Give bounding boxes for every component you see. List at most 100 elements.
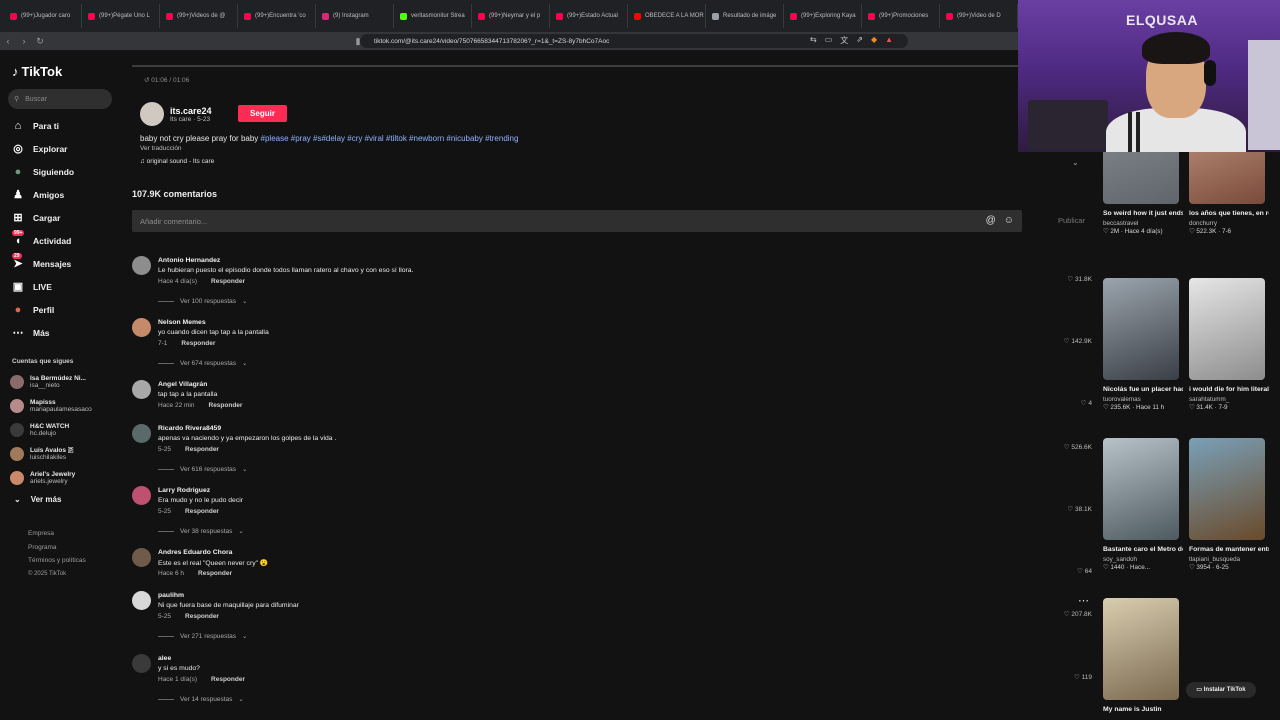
browser-tab[interactable]: Resultado de imáge	[706, 4, 784, 28]
nav-item-live[interactable]: ▣ LIVE	[12, 275, 74, 298]
avatar[interactable]	[132, 256, 151, 275]
video-title[interactable]: So weird how it just ends on one street!…	[1103, 208, 1183, 219]
browser-tab[interactable]: (99+)Promociones	[862, 4, 940, 28]
comment-likes[interactable]: ♡ 142.9K	[1060, 337, 1092, 345]
browser-tab[interactable]: veritasmonitur Strea	[394, 4, 472, 28]
nav-item-cargar[interactable]: ⊞ Cargar	[12, 206, 74, 229]
share-icon[interactable]: ⇗	[856, 35, 863, 46]
video-progress-bar[interactable]	[132, 65, 1018, 67]
forward-icon[interactable]: ›	[16, 36, 32, 46]
nav-item-actividad[interactable]: ◖ 99+ Actividad	[12, 229, 74, 252]
comment-likes[interactable]: ♡ 64	[1060, 567, 1092, 575]
nav-item-mensajes[interactable]: ➤ 29 Mensajes	[12, 252, 74, 275]
recommended-video-card[interactable]: My name is Justin	[1103, 598, 1183, 715]
footer-link-terms[interactable]: Términos y políticas	[28, 554, 86, 568]
video-title[interactable]: i would die for him literally love him s…	[1189, 384, 1269, 395]
back-icon[interactable]: ‹	[0, 36, 16, 46]
author-info[interactable]: its.care24 Its care · 5-23	[140, 102, 212, 126]
nav-item-amigos[interactable]: ♟ Amigos	[12, 183, 74, 206]
reply-button[interactable]: Responder	[211, 676, 245, 683]
following-account[interactable]: Ariel's Jewelry ariels.jewelry	[10, 466, 92, 490]
video-title[interactable]: My name is Justin	[1103, 704, 1183, 715]
author-name[interactable]: its.care24	[170, 106, 212, 116]
browser-tab[interactable]: (99+)Video de D	[940, 4, 1018, 28]
comment-likes[interactable]: ♡ 31.8K	[1060, 275, 1092, 283]
reply-button[interactable]: Responder	[185, 613, 219, 620]
following-account[interactable]: H&C WATCH hc.delujo	[10, 418, 92, 442]
browser-tab[interactable]: (99+)Estado Actual	[550, 4, 628, 28]
view-replies-button[interactable]: Ver 674 respuestas ⌄	[158, 359, 247, 367]
translate-icon[interactable]: ⇆	[810, 35, 817, 46]
mention-icon[interactable]: @	[986, 215, 996, 226]
video-author[interactable]: soy_sandoh	[1103, 556, 1183, 563]
replay-icon[interactable]: ↺	[144, 77, 149, 84]
following-account[interactable]: Luis Avalos 🇵 luischilakiles	[10, 442, 92, 466]
video-thumbnail[interactable]	[1189, 438, 1265, 540]
browser-tab[interactable]: (99+)Videos de @	[160, 4, 238, 28]
follow-button[interactable]: Seguir	[238, 105, 287, 122]
view-replies-button[interactable]: Ver 38 respuestas ⌄	[158, 527, 244, 535]
recommended-video-card[interactable]: Nicolás fue un placer hacer negocios...t…	[1103, 278, 1183, 411]
recommended-video-card[interactable]: Bastante caro el Metro de Medellín,...so…	[1103, 438, 1183, 571]
avatar[interactable]	[132, 424, 151, 443]
nav-item-explorar[interactable]: ◎ Explorar	[12, 137, 74, 160]
more-options-icon[interactable]: ⋯	[1078, 594, 1089, 607]
browser-tab[interactable]: (9) Instagram	[316, 4, 394, 28]
footer-link-program[interactable]: Programa	[28, 541, 86, 555]
comment-author[interactable]: alee	[158, 655, 171, 662]
video-thumbnail[interactable]	[1103, 438, 1179, 540]
reply-button[interactable]: Responder	[209, 402, 243, 409]
avatar[interactable]	[132, 548, 151, 567]
comment-likes[interactable]: ♡ 119	[1060, 673, 1092, 681]
reply-button[interactable]: Responder	[198, 570, 232, 577]
reply-button[interactable]: Responder	[185, 446, 219, 453]
avatar[interactable]	[132, 486, 151, 505]
comment-author[interactable]: Nelson Memes	[158, 319, 206, 326]
view-replies-button[interactable]: Ver 271 respuestas ⌄	[158, 632, 247, 640]
comment-author[interactable]: Andres Eduardo Chora	[158, 549, 232, 556]
avatar[interactable]	[132, 591, 151, 610]
comment-likes[interactable]: ♡ 4	[1060, 399, 1092, 407]
browser-tab[interactable]: OBEDECE A LA MOR	[628, 4, 706, 28]
nav-item-ms[interactable]: ⋯ Más	[12, 321, 74, 344]
following-account[interactable]: Isa Bermúdez Ni... isa__nieto	[10, 370, 92, 394]
sound-link[interactable]: ♫ original sound - Its care	[140, 158, 214, 165]
reply-button[interactable]: Responder	[181, 340, 215, 347]
search-input[interactable]: ⚲ Buscar	[8, 89, 112, 109]
nav-item-siguiendo[interactable]: ● Siguiendo	[12, 160, 74, 183]
see-more-button[interactable]: ⌄ Ver más	[14, 495, 61, 504]
see-translation-link[interactable]: Ver traducción	[140, 145, 182, 152]
chevron-down-icon[interactable]: ⌄	[1072, 158, 1079, 167]
video-thumbnail[interactable]	[1189, 278, 1265, 380]
comment-author[interactable]: Antonio Hernandez	[158, 257, 220, 264]
view-replies-button[interactable]: Ver 14 respuestas ⌄	[158, 695, 244, 703]
recommended-video-card[interactable]: Formas de mantener entretenido a tu Ca..…	[1189, 438, 1269, 571]
view-replies-button[interactable]: Ver 616 respuestas ⌄	[158, 465, 247, 473]
browser-tab[interactable]: (99+)Exploring Kaya	[784, 4, 862, 28]
video-title[interactable]: Bastante caro el Metro de Medellín,...	[1103, 544, 1183, 555]
comment-likes[interactable]: ♡ 526.6K	[1060, 443, 1092, 451]
description-hashtags[interactable]: #please #pray #s#delay #cry #viral #tilt…	[261, 134, 519, 143]
browser-tab[interactable]: (99+)Pégate Uno L	[82, 4, 160, 28]
comment-author[interactable]: Larry Rodriguez	[158, 487, 210, 494]
extension-icon[interactable]: ◆	[871, 35, 877, 46]
browser-tab[interactable]: (99+)Neymar y el p	[472, 4, 550, 28]
install-tiktok-button[interactable]: ▭ Instalar TikTok	[1186, 682, 1256, 698]
comment-author[interactable]: paulihm	[158, 592, 184, 599]
reply-button[interactable]: Responder	[185, 508, 219, 515]
video-author[interactable]: sarahtatumm_	[1189, 396, 1269, 403]
video-title[interactable]: Formas de mantener entretenido a tu Ca..…	[1189, 544, 1269, 555]
video-author[interactable]: beccastravel	[1103, 220, 1183, 227]
comment-author[interactable]: Ricardo Rivera8459	[158, 425, 221, 432]
author-avatar[interactable]	[140, 102, 164, 126]
avatar[interactable]	[132, 654, 151, 673]
reply-button[interactable]: Responder	[211, 278, 245, 285]
browser-tab[interactable]: (99+)Jugador caro	[4, 4, 82, 28]
view-replies-button[interactable]: Ver 100 respuestas ⌄	[158, 297, 247, 305]
publish-button[interactable]: Publicar	[1058, 216, 1085, 225]
comment-likes[interactable]: ♡ 207.8K	[1060, 610, 1092, 618]
nav-item-parati[interactable]: ⌂ Para ti	[12, 114, 74, 137]
comment-author[interactable]: Angel Villagrán	[158, 381, 207, 388]
cast-icon[interactable]: ▭	[825, 35, 833, 46]
video-thumbnail[interactable]	[1103, 278, 1179, 380]
